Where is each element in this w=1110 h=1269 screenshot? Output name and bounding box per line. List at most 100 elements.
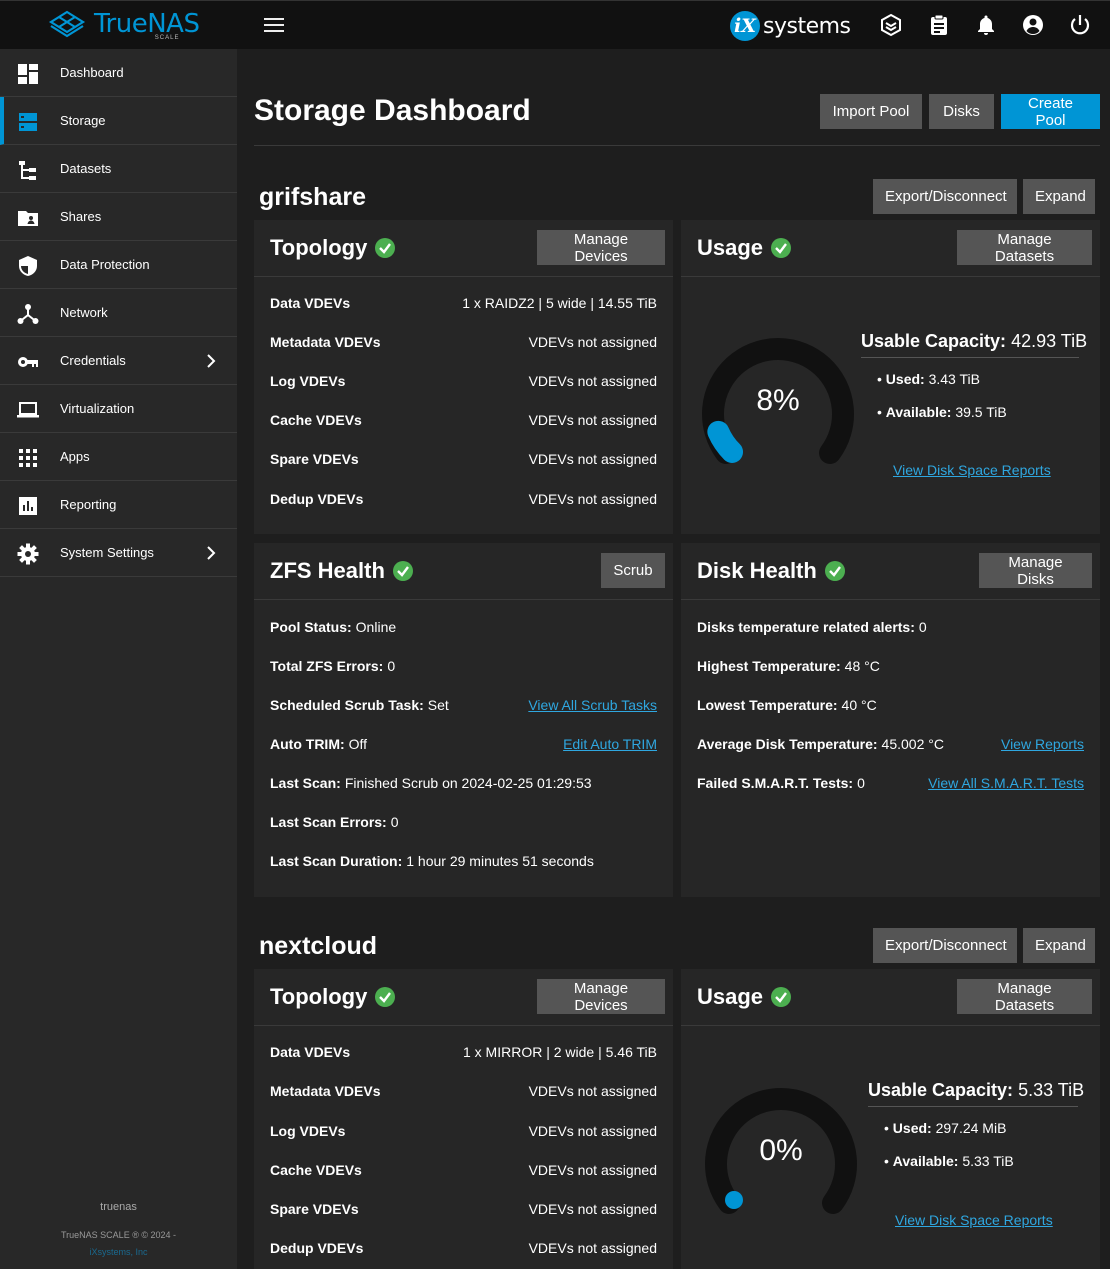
zfs-label: Total ZFS Errors: [270, 658, 384, 674]
export-disconnect-button[interactable]: Export/Disconnect [873, 179, 1017, 214]
manage-devices-button[interactable]: Manage Devices [537, 230, 665, 265]
usage-gauge: 0% [701, 1076, 861, 1236]
used-value: 3.43 TiB [928, 371, 980, 387]
page-title: Storage Dashboard [254, 94, 531, 127]
header-divider [254, 145, 1100, 146]
top-bar: TrueNAS SCALE iX systems [0, 0, 1110, 49]
topology-card: Topology Manage Devices Data VDEVs 1 x RA… [254, 220, 673, 534]
expand-button[interactable]: Expand [1023, 928, 1095, 963]
menu-toggle-icon[interactable] [262, 14, 286, 38]
dashboard-icon [18, 64, 38, 84]
sidebar-item-dashboard[interactable]: Dashboard [0, 49, 237, 97]
available-stat: • Available: 5.33 TiB [884, 1153, 1014, 1169]
sidebar-item-reporting[interactable]: Reporting [0, 481, 237, 529]
copyright: TrueNAS SCALE ® © 2024 - [61, 1230, 176, 1240]
create-pool-button[interactable]: Create Pool [1001, 94, 1100, 129]
notifications-bell-icon[interactable] [974, 13, 998, 37]
zfs-label: Pool Status: [270, 619, 352, 635]
key-icon [18, 357, 38, 367]
vdev-value: VDEVs not assigned [528, 491, 657, 507]
vdev-row: Cache VDEVs VDEVs not assigned [270, 410, 657, 430]
vdev-row: Log VDEVs VDEVs not assigned [270, 1121, 657, 1141]
view-disk-space-reports-link[interactable]: View Disk Space Reports [895, 1212, 1053, 1228]
power-icon[interactable] [1068, 13, 1092, 37]
usage-card: Usage Manage Datasets 0% Usable Capacity… [681, 969, 1100, 1269]
capacity-divider [868, 1106, 1078, 1107]
view-disk-space-reports-link[interactable]: View Disk Space Reports [893, 462, 1051, 478]
jobs-clipboard-icon[interactable] [927, 13, 951, 37]
view-reports-link[interactable]: View Reports [1001, 734, 1084, 754]
used-stat: • Used: 3.43 TiB [877, 371, 980, 387]
sidebar-item-apps[interactable]: Apps [0, 433, 237, 481]
view-all-scrub-tasks-link[interactable]: View All Scrub Tasks [528, 695, 657, 715]
truenas-logo[interactable]: TrueNAS SCALE [46, 9, 200, 41]
vdev-label: Log VDEVs [270, 1123, 346, 1139]
zfs-value: Set [427, 697, 449, 713]
usable-capacity: Usable Capacity: 42.93 TiB [861, 331, 1087, 352]
capacity-value: 42.93 TiB [1011, 331, 1088, 351]
manage-datasets-button[interactable]: Manage Datasets [957, 979, 1092, 1014]
sidebar: Dashboard Storage Datasets Shares Data P… [0, 49, 237, 1269]
datasets-tree-icon [19, 161, 36, 180]
card-header: Topology Manage Devices [254, 220, 673, 277]
manage-disks-button[interactable]: Manage Disks [979, 553, 1092, 588]
usable-capacity: Usable Capacity: 5.33 TiB [868, 1080, 1084, 1101]
usage-percent: 0% [759, 1134, 803, 1167]
sidebar-item-credentials[interactable]: Credentials [0, 337, 237, 385]
shares-folder-icon [18, 211, 38, 226]
vdev-value: VDEVs not assigned [528, 1123, 657, 1139]
check-circle-icon [771, 238, 792, 258]
zfs-label: Last Scan: [270, 775, 341, 791]
expand-button[interactable]: Expand [1023, 179, 1095, 214]
card-header: Topology Manage Devices [254, 969, 673, 1026]
apps-grid-icon [19, 449, 37, 467]
sidebar-item-system-settings[interactable]: System Settings [0, 529, 237, 577]
sidebar-item-network[interactable]: Network [0, 289, 237, 337]
sidebar-item-label: Network [60, 305, 108, 320]
capacity-label: Usable Capacity: [868, 1080, 1014, 1100]
card-title-text: Usage [697, 235, 764, 260]
sidebar-item-data-protection[interactable]: Data Protection [0, 241, 237, 289]
manage-devices-button[interactable]: Manage Devices [537, 979, 665, 1014]
edit-auto-trim-link[interactable]: Edit Auto TRIM [563, 734, 657, 754]
available-value: 39.5 TiB [955, 404, 1007, 420]
disk-row: Disks temperature related alerts: 0 [697, 617, 1084, 637]
zfs-value: Finished Scrub on 2024-02-25 01:29:53 [344, 775, 592, 791]
zfs-value: 0 [387, 658, 396, 674]
sidebar-item-datasets[interactable]: Datasets [0, 145, 237, 193]
vdev-value: VDEVs not assigned [528, 373, 657, 389]
scrub-button[interactable]: Scrub [601, 553, 665, 588]
zfs-row: Pool Status: Online [270, 617, 657, 637]
sidebar-item-label: System Settings [60, 545, 154, 560]
available-stat: • Available: 39.5 TiB [877, 404, 1007, 420]
disk-label: Average Disk Temperature: [697, 736, 878, 752]
company-link[interactable]: iXsystems, Inc [0, 1247, 237, 1257]
capacity-value: 5.33 TiB [1018, 1080, 1085, 1100]
card-header: Disk Health Manage Disks [681, 543, 1100, 600]
disks-button[interactable]: Disks [929, 94, 994, 129]
sidebar-item-shares[interactable]: Shares [0, 193, 237, 241]
view-all-smart-tests-link[interactable]: View All S.M.A.R.T. Tests [928, 773, 1084, 793]
vdev-value: 1 x RAIDZ2 | 5 wide | 14.55 TiB [462, 295, 657, 311]
vdev-row: Log VDEVs VDEVs not assigned [270, 371, 657, 391]
vdev-value: VDEVs not assigned [528, 451, 657, 467]
zfs-label: Last Scan Errors: [270, 814, 387, 830]
vdev-row: Data VDEVs 1 x RAIDZ2 | 5 wide | 14.55 Ti… [270, 293, 657, 313]
import-pool-button[interactable]: Import Pool [820, 94, 922, 129]
brand-edition: SCALE [154, 35, 180, 41]
zfs-row: Last Scan Errors: 0 [270, 812, 657, 832]
card-title: Topology [270, 235, 396, 261]
manage-datasets-button[interactable]: Manage Datasets [957, 230, 1092, 265]
vdev-row: Spare VDEVs VDEVs not assigned [270, 1199, 657, 1219]
chevron-right-icon [207, 546, 216, 560]
ixsystems-logo[interactable]: iX systems [730, 11, 851, 41]
vdev-value: VDEVs not assigned [528, 1201, 657, 1217]
account-circle-icon[interactable] [1021, 13, 1045, 37]
export-disconnect-button[interactable]: Export/Disconnect [873, 928, 1017, 963]
truecommand-icon[interactable] [879, 13, 903, 37]
vdev-label: Cache VDEVs [270, 1162, 362, 1178]
vdev-label: Dedup VDEVs [270, 491, 364, 507]
sidebar-item-storage[interactable]: Storage [0, 97, 237, 145]
sidebar-item-virtualization[interactable]: Virtualization [0, 385, 237, 433]
usage-gauge: 8% [698, 326, 858, 486]
